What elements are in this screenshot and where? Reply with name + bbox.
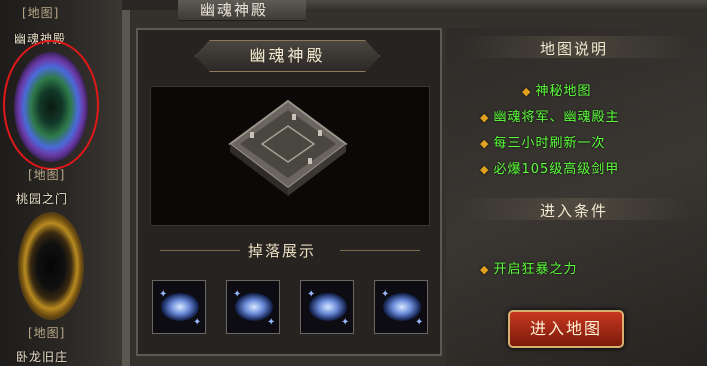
map-tag: [地图] bbox=[22, 6, 60, 20]
selection-ring bbox=[3, 40, 99, 170]
map-name-title: 幽魂神殿 bbox=[249, 46, 326, 65]
sparkle-icon: ✦ bbox=[341, 317, 350, 328]
drop-item-slot[interactable]: ✦ ✦ bbox=[226, 280, 280, 334]
diamond-bullet-icon: ◆ bbox=[522, 85, 532, 98]
sparkle-icon: ✦ bbox=[381, 289, 390, 300]
drop-item-slot[interactable]: ✦ ✦ bbox=[374, 280, 428, 334]
description-line: ◆ 幽魂将军、幽魂殿主 bbox=[480, 110, 620, 125]
window-title: 幽魂神殿 bbox=[200, 1, 269, 19]
sparkle-icon: ✦ bbox=[193, 317, 202, 328]
enter-map-button[interactable]: 进入地图 bbox=[508, 310, 624, 348]
diamond-bullet-icon: ◆ bbox=[480, 111, 490, 124]
top-border bbox=[306, 0, 707, 12]
map-item-wolong-label[interactable]: 卧龙旧庄 bbox=[16, 348, 68, 365]
diamond-bullet-icon: ◆ bbox=[480, 137, 490, 150]
map-preview-isometric-icon bbox=[228, 99, 348, 196]
description-title: 地图说明 bbox=[539, 40, 608, 58]
divider-right bbox=[340, 250, 420, 251]
description-line: ◆ 每三小时刷新一次 bbox=[480, 136, 606, 151]
diamond-bullet-icon: ◆ bbox=[480, 163, 490, 176]
sparkle-icon: ✦ bbox=[233, 289, 242, 300]
requirement-line: ◆ 开启狂暴之力 bbox=[480, 262, 578, 277]
diamond-bullet-icon: ◆ bbox=[480, 263, 490, 276]
map-tag: [地图] bbox=[28, 168, 66, 182]
divider-left bbox=[160, 250, 240, 251]
map-item-taoyuan-label[interactable]: 桃园之门 bbox=[16, 190, 68, 207]
drop-item-slot[interactable]: ✦ ✦ bbox=[152, 280, 206, 334]
description-line: ◆ 必爆105级高级剑甲 bbox=[480, 162, 620, 177]
sparkle-icon: ✦ bbox=[159, 289, 168, 300]
requirements-title: 进入条件 bbox=[539, 202, 608, 220]
map-tag: [地图] bbox=[28, 326, 66, 340]
description-line: ◆ 神秘地图 bbox=[522, 84, 592, 99]
portal-taoyuan-icon[interactable] bbox=[18, 212, 84, 320]
sparkle-icon: ✦ bbox=[307, 289, 316, 300]
drop-item-slot[interactable]: ✦ ✦ bbox=[300, 280, 354, 334]
sparkle-icon: ✦ bbox=[267, 317, 276, 328]
drops-title: 掉落展示 bbox=[248, 242, 317, 260]
sparkle-icon: ✦ bbox=[415, 317, 424, 328]
